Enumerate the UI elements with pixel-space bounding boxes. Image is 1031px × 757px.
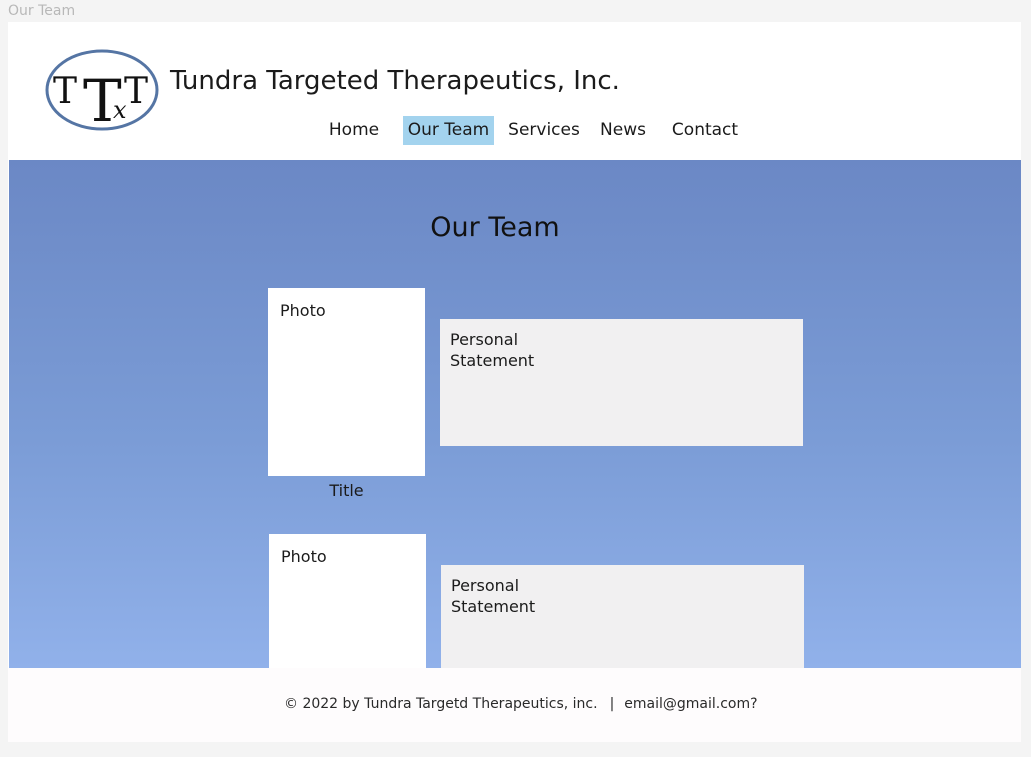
nav-news[interactable]: News [594, 116, 652, 145]
statement-label: Personal Statement [450, 329, 560, 371]
statement-line: Personal [451, 576, 520, 595]
page-title: Our Team [430, 212, 560, 243]
nav-our-team[interactable]: Our Team [403, 116, 494, 145]
nav-contact[interactable]: Contact [667, 116, 743, 145]
photo-label: Photo [280, 301, 326, 320]
statement-line: Personal [450, 330, 519, 349]
statement-line: Statement [451, 597, 536, 616]
footer-email-link[interactable]: email@gmail.com? [624, 696, 757, 712]
team-section: Our Team Photo Personal Statement Title … [9, 160, 1021, 668]
footer-copyright: © 2022 by Tundra Targetd Therapeutics, i… [284, 696, 598, 712]
svg-text:T: T [124, 71, 148, 112]
personal-statement: Personal Statement [441, 565, 804, 668]
photo-label: Photo [281, 547, 327, 566]
statement-label: Personal Statement [451, 575, 561, 617]
statement-line: Statement [450, 351, 535, 370]
footer-separator: | [609, 696, 615, 712]
footer-row: © 2022 by Tundra Targetd Therapeutics, i… [284, 696, 758, 712]
personal-statement: Personal Statement [440, 319, 803, 446]
page: T T x T Tundra Targeted Therapeutics, In… [8, 22, 1021, 742]
company-logo[interactable]: T T x T [45, 49, 159, 131]
member-title: Title [329, 481, 364, 500]
member-photo: Photo [269, 534, 426, 668]
svg-text:T: T [53, 71, 77, 112]
nav-services[interactable]: Services [506, 116, 582, 145]
footer: © 2022 by Tundra Targetd Therapeutics, i… [8, 668, 1021, 742]
frame-label: Our Team [8, 3, 76, 19]
member-photo: Photo [268, 288, 425, 476]
company-name: Tundra Targeted Therapeutics, Inc. [170, 66, 620, 96]
nav-home[interactable]: Home [320, 116, 388, 145]
